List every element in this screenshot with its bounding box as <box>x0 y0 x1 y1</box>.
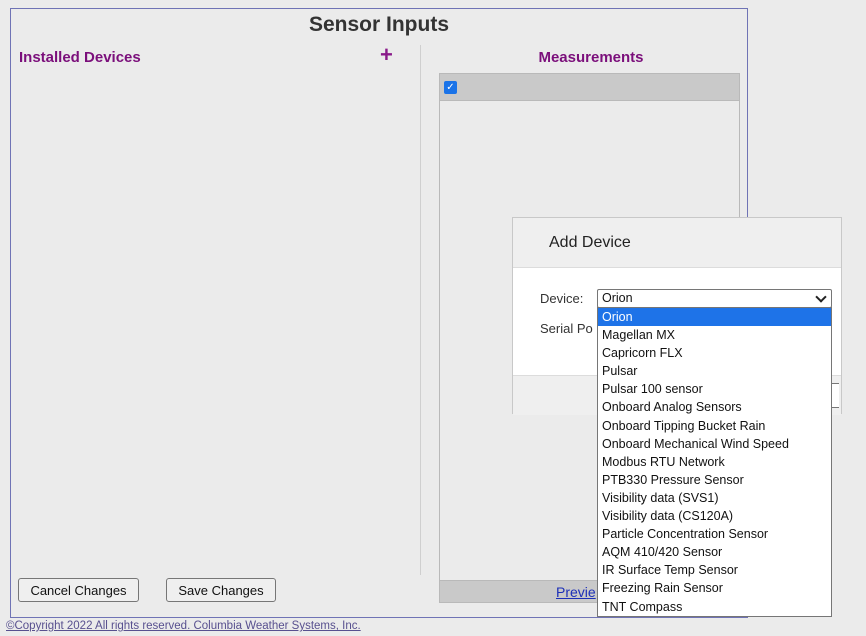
device-option[interactable]: Onboard Tipping Bucket Rain <box>598 417 831 435</box>
select-all-checkbox[interactable]: ✓ <box>444 81 457 94</box>
column-divider <box>420 45 421 575</box>
installed-devices-heading: Installed Devices <box>19 49 141 66</box>
chevron-down-icon <box>815 291 827 303</box>
save-changes-button[interactable]: Save Changes <box>166 578 276 602</box>
device-option[interactable]: Pulsar <box>598 362 831 380</box>
device-option[interactable]: AQM 410/420 Sensor <box>598 543 831 561</box>
device-option[interactable]: Particle Concentration Sensor <box>598 525 831 543</box>
device-option[interactable]: Onboard Mechanical Wind Speed <box>598 435 831 453</box>
device-label: Device: <box>540 291 584 306</box>
device-option[interactable]: Capricorn FLX <box>598 344 831 362</box>
cancel-changes-button[interactable]: Cancel Changes <box>18 578 139 602</box>
copyright-link[interactable]: ©Copyright 2022 All rights reserved. Col… <box>6 620 361 632</box>
device-option[interactable]: Magellan MX <box>598 326 831 344</box>
page-title: Sensor Inputs <box>308 13 450 36</box>
device-option[interactable]: Visibility data (SVS1) <box>598 489 831 507</box>
device-select[interactable]: Orion <box>597 289 832 308</box>
device-option[interactable]: IR Surface Temp Sensor <box>598 561 831 579</box>
measurements-heading: Measurements <box>538 49 644 66</box>
preview-link[interactable]: Previe <box>556 584 596 600</box>
device-option[interactable]: Modbus RTU Network <box>598 453 831 471</box>
serial-port-label: Serial Po <box>540 321 593 336</box>
add-device-plus-icon[interactable]: + <box>380 44 393 66</box>
device-option[interactable]: Onboard Analog Sensors <box>598 398 831 416</box>
device-select-value: Orion <box>602 291 633 305</box>
device-dropdown-list[interactable]: Orion Magellan MX Capricorn FLX Pulsar Pulsa… <box>597 307 832 617</box>
device-option[interactable]: PTB330 Pressure Sensor <box>598 471 831 489</box>
device-option[interactable]: Orion <box>598 308 831 327</box>
measurements-header: ✓ <box>440 74 739 101</box>
modal-header: Add Device <box>513 218 841 268</box>
device-option[interactable]: Pulsar 100 sensor <box>598 380 831 398</box>
device-option[interactable]: Visibility data (CS120A) <box>598 507 831 525</box>
device-option[interactable]: TNT Compass <box>598 598 831 616</box>
device-option[interactable]: Freezing Rain Sensor <box>598 579 831 597</box>
modal-title: Add Device <box>549 234 631 251</box>
